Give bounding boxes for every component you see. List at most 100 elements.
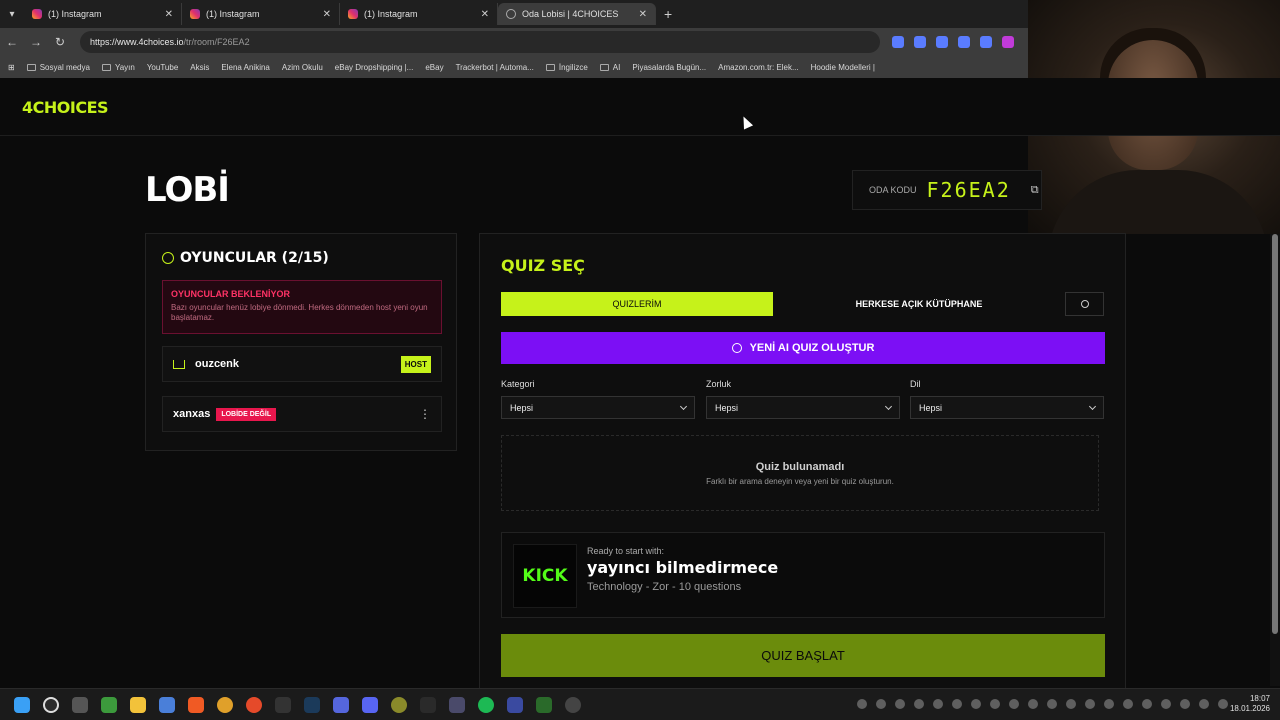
bookmark-label: İngilizce [558, 62, 588, 72]
close-tab-icon[interactable]: ✕ [165, 9, 173, 20]
extension-icon[interactable] [936, 36, 948, 48]
epic-icon[interactable] [275, 696, 291, 713]
browser-tab[interactable]: (1) Instagram ✕ [182, 3, 340, 25]
taskbar-app-icon[interactable] [72, 696, 88, 713]
windows-start-icon[interactable] [14, 696, 30, 713]
instagram-icon [190, 9, 200, 19]
tray-icon[interactable] [1142, 699, 1152, 709]
bookmark[interactable]: AI [599, 63, 620, 72]
tray-icon[interactable] [1066, 699, 1076, 709]
copy-icon[interactable]: ⧉ [1031, 184, 1039, 197]
language-value: Hepsi [919, 402, 943, 413]
crown-icon [173, 359, 185, 369]
category-select[interactable]: Hepsi [501, 396, 695, 419]
tab-public-library[interactable]: HERKESE AÇIK KÜTÜPHANE [773, 292, 1065, 316]
scroll-thumb[interactable] [1272, 234, 1278, 634]
file-explorer-icon[interactable] [130, 696, 146, 713]
taskbar-app-icon[interactable] [536, 696, 552, 713]
scrollbar[interactable] [1270, 234, 1280, 686]
empty-state: Quiz bulunamadı Farklı bir arama deneyin… [501, 435, 1099, 511]
spotify-icon[interactable] [478, 696, 494, 713]
more-options-icon[interactable]: ⋮ [419, 407, 431, 421]
start-quiz-button[interactable]: QUIZ BAŞLAT [501, 634, 1105, 677]
taskbar-app-icon[interactable] [565, 696, 581, 713]
tray-icon[interactable] [895, 699, 905, 709]
reload-icon[interactable]: ↻ [48, 35, 72, 49]
bookmark[interactable]: Elena Anikina [221, 63, 269, 72]
discord-icon[interactable] [362, 696, 378, 713]
steam-icon[interactable] [304, 696, 320, 713]
empty-title: Quiz bulunamadı [755, 461, 845, 473]
browser-tab[interactable]: (1) Instagram ✕ [340, 3, 498, 25]
bookmark[interactable]: Hoodie Modelleri | [811, 63, 875, 72]
address-bar[interactable]: https://www.4choices.io/tr/room/F26EA2 [80, 31, 880, 53]
language-select[interactable]: Hepsi [910, 396, 1104, 419]
search-icon[interactable] [43, 696, 59, 713]
bookmark-label: Piyasalarda Bugün... [632, 62, 707, 72]
new-tab-icon[interactable]: + [664, 6, 672, 22]
extension-icon[interactable] [958, 36, 970, 48]
site-logo[interactable]: 4CHOICES [22, 98, 109, 117]
tray-icon[interactable] [1123, 699, 1133, 709]
store-icon[interactable] [159, 696, 175, 713]
taskbar-app-icon[interactable] [333, 696, 349, 713]
extension-icon[interactable] [980, 36, 992, 48]
bookmark[interactable]: Trackerbot | Automa... [456, 63, 534, 72]
extension-icon[interactable] [892, 36, 904, 48]
tab-search-chevron-icon[interactable]: ▾ [0, 0, 24, 28]
tray-icon[interactable] [857, 699, 867, 709]
back-icon[interactable]: ← [0, 35, 24, 49]
extension-icon[interactable] [914, 36, 926, 48]
bookmark[interactable]: Piyasalarda Bugün... [632, 63, 706, 72]
tray-icon[interactable] [1199, 699, 1209, 709]
bookmark[interactable]: Amazon.com.tr: Elek... [718, 63, 798, 72]
xbox-icon[interactable] [101, 696, 117, 713]
bookmark[interactable]: Yayın [101, 63, 135, 72]
tray-icon[interactable] [1104, 699, 1114, 709]
tray-icon[interactable] [1218, 699, 1228, 709]
new-ai-quiz-button[interactable]: YENİ AI QUIZ OLUŞTUR [501, 332, 1105, 364]
ea-icon[interactable] [246, 696, 262, 713]
tray-icon[interactable] [990, 699, 1000, 709]
close-tab-icon[interactable]: ✕ [481, 9, 489, 20]
tray-icon[interactable] [1047, 699, 1057, 709]
tray-icon[interactable] [933, 699, 943, 709]
bookmark-label: Aksis [190, 62, 210, 72]
brave-icon[interactable] [188, 696, 204, 713]
taskbar-app-icon[interactable] [391, 696, 407, 713]
search-button[interactable] [1065, 292, 1104, 316]
taskbar-app-icon[interactable] [420, 696, 436, 713]
tray-icon[interactable] [876, 699, 886, 709]
tray-icon[interactable] [952, 699, 962, 709]
tray-icon[interactable] [1085, 699, 1095, 709]
bookmark[interactable]: eBay Dropshipping |... [335, 63, 414, 72]
close-tab-icon[interactable]: ✕ [323, 9, 331, 20]
bookmark[interactable]: Azim Okulu [282, 63, 323, 72]
bookmark[interactable]: YouTube [147, 63, 178, 72]
extension-icon[interactable] [1002, 36, 1014, 48]
taskbar-app-icon[interactable] [507, 696, 523, 713]
tray-icon[interactable] [914, 699, 924, 709]
taskbar-app-icon[interactable] [449, 696, 465, 713]
tray-icon[interactable] [1180, 699, 1190, 709]
selected-quiz-card: KICK Ready to start with: yayıncı bilmed… [501, 532, 1105, 618]
bookmark[interactable]: Sosyal medya [26, 63, 90, 72]
bookmark[interactable]: eBay [425, 63, 443, 72]
clock[interactable]: 18:07 18.01.2026 [1230, 694, 1270, 715]
difficulty-select[interactable]: Hepsi [706, 396, 900, 419]
tray-icon[interactable] [1028, 699, 1038, 709]
tab-my-quizzes[interactable]: QUIZLERİM [501, 292, 773, 316]
apps-icon[interactable]: ⊞ [8, 63, 15, 72]
chevron-down-icon [884, 402, 893, 410]
bookmark-label: Trackerbot | Automa... [455, 62, 534, 72]
tray-icon[interactable] [1009, 699, 1019, 709]
tray-icon[interactable] [971, 699, 981, 709]
tray-icon[interactable] [1161, 699, 1171, 709]
forward-icon[interactable]: → [24, 35, 48, 49]
browser-tab[interactable]: (1) Instagram ✕ [24, 3, 182, 25]
browser-tab-active[interactable]: Oda Lobisi | 4CHOICES ✕ [498, 3, 656, 25]
close-tab-icon[interactable]: ✕ [639, 9, 647, 20]
bookmark[interactable]: İngilizce [545, 62, 588, 72]
bookmark[interactable]: Aksis [190, 63, 209, 72]
chrome-icon[interactable] [217, 696, 233, 713]
